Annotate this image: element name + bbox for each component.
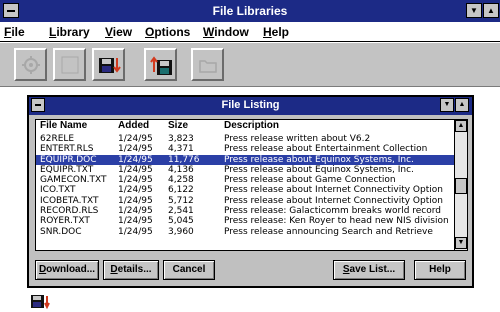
file-listing-window: File Listing ▼ ▲ File Name Added Size De… [27,95,474,288]
file-size: 6,122 [168,185,194,196]
toolbar [0,43,500,87]
file-size: 3,960 [168,226,194,237]
maximize-button[interactable]: ▲ [483,3,499,18]
file-description: Press release about Internet Connectivit… [224,185,443,196]
header-file-name[interactable]: File Name [40,120,87,131]
table-row[interactable]: ENTERT.RLS 1/24/95 4,371 Press release a… [36,144,454,154]
file-name: GAMECON.TXT [40,175,107,186]
scroll-down-arrow-icon[interactable]: ▼ [455,237,467,249]
minimized-window-disk-icon[interactable] [30,292,50,312]
table-row-selected[interactable]: EQUIPR.DOC 1/24/95 11,776 Press release … [36,154,454,165]
file-name: EQUIPR.DOC [40,154,97,165]
file-added: 1/24/95 [118,195,153,206]
file-size: 5,045 [168,216,194,227]
table-row[interactable]: 62RELE 1/24/95 3,823 Press release writt… [36,134,454,144]
help-button[interactable]: Help [414,260,466,280]
file-name: ENTERT.RLS [40,144,94,155]
file-name: 62RELE [40,134,75,144]
file-listing-title: File Listing [221,99,280,111]
toolbar-button-download[interactable] [92,48,125,81]
file-name: EQUIPR.TXT [40,164,94,175]
file-description: Press release about Internet Connectivit… [224,195,443,206]
file-name: ICO.TXT [40,185,76,196]
file-size: 4,371 [168,144,194,155]
file-description: Press release: Galacticomm breaks world … [224,206,442,217]
menu-file[interactable]: File [4,25,25,39]
download-disk-icon [99,58,121,73]
blank-disabled-icon [61,56,79,74]
file-added: 1/24/95 [118,134,153,144]
toolbar-button-2[interactable] [53,48,86,81]
file-description: Press release about Equinox Systems, Inc… [224,164,414,175]
details-button[interactable]: Details... [103,260,159,280]
toolbar-button-5[interactable] [191,48,224,81]
file-size: 2,541 [168,206,194,217]
file-added: 1/24/95 [118,144,153,155]
file-name: ICOBETA.TXT [40,195,99,206]
file-description: Press release about Game Connection [224,175,396,186]
save-list-button[interactable]: Save List... [333,260,405,280]
scroll-up-arrow-icon[interactable]: ▲ [455,120,467,132]
upload-disk-icon [150,56,172,75]
file-added: 1/24/95 [118,164,153,175]
menu-window[interactable]: Window [203,25,249,39]
child-minimize-button[interactable]: ▼ [440,98,454,112]
child-maximize-button[interactable]: ▲ [455,98,469,112]
scroll-thumb[interactable] [455,178,467,194]
file-added: 1/24/95 [118,175,153,186]
file-name: RECORD.RLS [40,206,99,217]
menu-bar: File Library View Options Window Help [0,22,500,42]
folder-disabled-icon [199,60,217,73]
app-titlebar[interactable]: File Libraries ▼ ▲ [0,0,500,22]
header-added[interactable]: Added [118,120,149,131]
table-row[interactable]: GAMECON.TXT 1/24/95 4,258 Press release … [36,175,454,185]
table-row[interactable]: RECORD.RLS 1/24/95 2,541 Press release: … [36,206,454,216]
file-size: 11,776 [168,154,200,165]
minimize-button[interactable]: ▼ [466,3,482,18]
gear-disabled-icon [22,56,40,74]
file-added: 1/24/95 [118,216,153,227]
file-added: 1/24/95 [118,226,153,237]
table-row[interactable]: ROYER.TXT 1/24/95 5,045 Press release: K… [36,216,454,226]
cancel-button[interactable]: Cancel [163,260,215,280]
file-description: Press release about Entertainment Collec… [224,144,428,155]
file-size: 3,823 [168,134,194,144]
toolbar-button-1[interactable] [14,48,47,81]
file-description: Press release announcing Search and Retr… [224,226,433,237]
table-row[interactable]: ICO.TXT 1/24/95 6,122 Press release abou… [36,185,454,195]
vertical-scrollbar[interactable]: ▲ ▼ [454,120,467,250]
toolbar-button-upload[interactable] [144,48,177,81]
file-description: Press release about Equinox Systems, Inc… [224,154,414,165]
file-name: ROYER.TXT [40,216,90,227]
menu-library[interactable]: Library [49,25,90,39]
file-added: 1/24/95 [118,206,153,217]
file-description: Press release: Ken Royer to head new NIS… [224,216,449,227]
table-row[interactable]: SNR.DOC 1/24/95 3,960 Press release anno… [36,227,454,237]
download-button[interactable]: Download... [35,260,99,280]
menu-help[interactable]: Help [263,25,289,39]
file-rows: 62RELE 1/24/95 3,823 Press release writt… [36,134,454,237]
file-description: Press release written about V6.2 [224,134,371,144]
menu-view[interactable]: View [105,25,132,39]
file-name: SNR.DOC [40,226,82,237]
app-title: File Libraries [212,4,288,18]
list-header: File Name Added Size Description [36,120,454,134]
table-row[interactable]: EQUIPR.TXT 1/24/95 4,136 Press release a… [36,165,454,175]
file-list[interactable]: File Name Added Size Description 62RELE … [35,119,468,251]
file-size: 4,258 [168,175,194,186]
file-size: 4,136 [168,164,194,175]
file-added: 1/24/95 [118,154,153,165]
menu-options[interactable]: Options [145,25,190,39]
table-row[interactable]: ICOBETA.TXT 1/24/95 5,712 Press release … [36,196,454,206]
file-added: 1/24/95 [118,185,153,196]
file-listing-titlebar[interactable]: File Listing ▼ ▲ [29,97,472,115]
header-size[interactable]: Size [168,120,188,131]
file-size: 5,712 [168,195,194,206]
header-description[interactable]: Description [224,120,279,131]
